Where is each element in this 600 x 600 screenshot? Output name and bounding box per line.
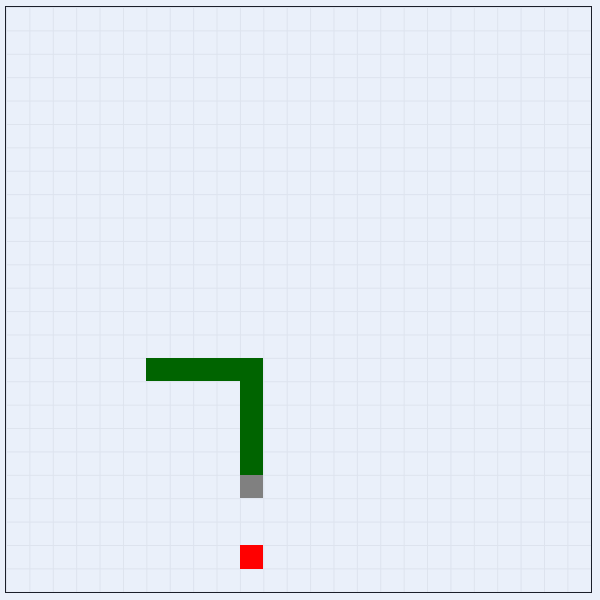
snake-segment: [240, 358, 264, 382]
snake-segment: [216, 358, 240, 382]
snake-segment: [193, 358, 217, 382]
snake-segment: [240, 451, 264, 475]
snake-segment: [240, 404, 264, 429]
snake-segment: [169, 358, 194, 382]
food-pellet: [240, 545, 264, 569]
snake-tail: [240, 475, 264, 499]
snake-segment: [146, 358, 170, 382]
snake-segment: [240, 428, 264, 452]
game-board[interactable]: [5, 6, 592, 593]
snake-segment: [240, 381, 264, 405]
game-stage: [0, 0, 600, 600]
